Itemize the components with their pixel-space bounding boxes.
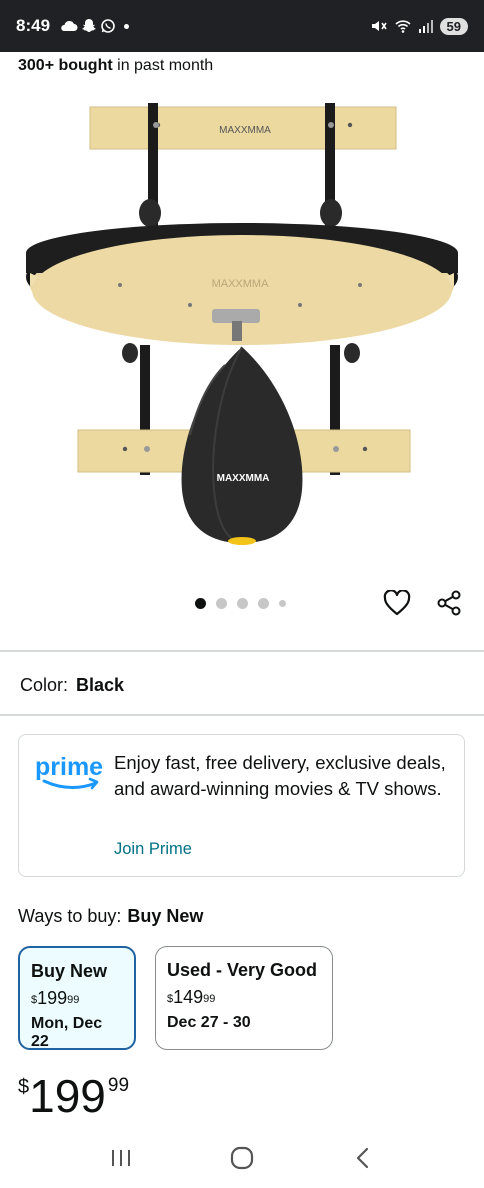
color-label: Color: xyxy=(20,675,69,695)
option-delivery-date: Dec 27 - 30 xyxy=(167,1014,251,1031)
option-title: Used - Very Good xyxy=(167,960,318,980)
used-very-good-option[interactable]: Used - Very Good $14999 Dec 27 - 30 xyxy=(155,946,333,1050)
share-button[interactable] xyxy=(434,588,464,618)
add-to-wishlist-button[interactable] xyxy=(382,588,412,618)
status-notification-icons xyxy=(60,18,130,34)
carousel-dot[interactable] xyxy=(216,598,227,609)
carousel-dot[interactable] xyxy=(279,600,286,607)
prime-logo-text: prime xyxy=(35,753,103,781)
price-whole: 199 xyxy=(29,1070,106,1122)
prime-logo-icon: prime xyxy=(35,753,103,790)
prime-promo-card: prime Enjoy fast, free delivery, exclusi… xyxy=(18,734,465,877)
heart-icon xyxy=(383,590,411,616)
buy-new-option[interactable]: Buy New $19999 Mon, Dec 22 xyxy=(18,946,136,1050)
brand-logo-top: MAXXMMA xyxy=(219,125,271,136)
recents-icon xyxy=(111,1150,130,1166)
prime-message: Enjoy fast, free delivery, exclusive dea… xyxy=(114,752,446,799)
carousel-dot[interactable] xyxy=(258,598,269,609)
mute-icon xyxy=(371,21,387,31)
brand-logo-bag: MAXXMMA xyxy=(217,473,270,484)
system-nav-bar xyxy=(0,1128,484,1188)
wifi-icon xyxy=(394,20,411,33)
bought-suffix: in past month xyxy=(112,57,214,74)
ways-to-buy: Ways to buy: Buy New xyxy=(18,906,203,927)
carousel-dot[interactable] xyxy=(237,598,248,609)
back-button[interactable] xyxy=(343,1138,383,1178)
product-image[interactable]: MAXXMMA MAXXMMA MAXXMMA xyxy=(0,85,484,565)
home-icon xyxy=(230,1146,254,1170)
option-price: $19999 xyxy=(31,988,80,1008)
product-price: $ 199 99 xyxy=(18,1068,129,1124)
color-value: Black xyxy=(76,675,125,695)
carousel-dot[interactable] xyxy=(195,598,206,609)
status-system-icons: 59 xyxy=(370,17,468,35)
option-price: $14999 xyxy=(167,987,216,1007)
cloud-icon xyxy=(61,20,78,31)
status-bar: 8:49 59 xyxy=(0,0,484,52)
option-title: Buy New xyxy=(31,961,108,981)
signal-icon xyxy=(418,20,433,33)
color-selector[interactable]: Color: Black xyxy=(20,675,124,696)
option-delivery-date: Mon, Dec 22 xyxy=(31,1015,103,1050)
ways-to-buy-selected: Buy New xyxy=(127,906,204,926)
divider xyxy=(0,714,484,716)
snapchat-icon xyxy=(82,19,96,32)
whatsapp-icon xyxy=(101,19,115,33)
ways-to-buy-label: Ways to buy: xyxy=(18,906,122,926)
price-fraction: 99 xyxy=(107,1075,130,1096)
brand-logo-platform: MAXXMMA xyxy=(212,278,270,290)
bought-count-text: 300+ bought in past month xyxy=(18,57,213,75)
divider xyxy=(0,650,484,652)
dot-icon xyxy=(124,23,130,29)
share-icon xyxy=(437,590,461,616)
back-icon xyxy=(357,1147,369,1169)
price-symbol: $ xyxy=(18,1076,30,1098)
status-time: 8:49 xyxy=(16,16,51,35)
join-prime-link[interactable]: Join Prime xyxy=(114,840,192,859)
recents-button[interactable] xyxy=(101,1138,141,1178)
image-carousel-indicator[interactable] xyxy=(195,598,286,609)
home-button[interactable] xyxy=(222,1138,262,1178)
battery-icon: 59 xyxy=(439,17,468,35)
bought-count: 300+ bought xyxy=(18,57,113,74)
